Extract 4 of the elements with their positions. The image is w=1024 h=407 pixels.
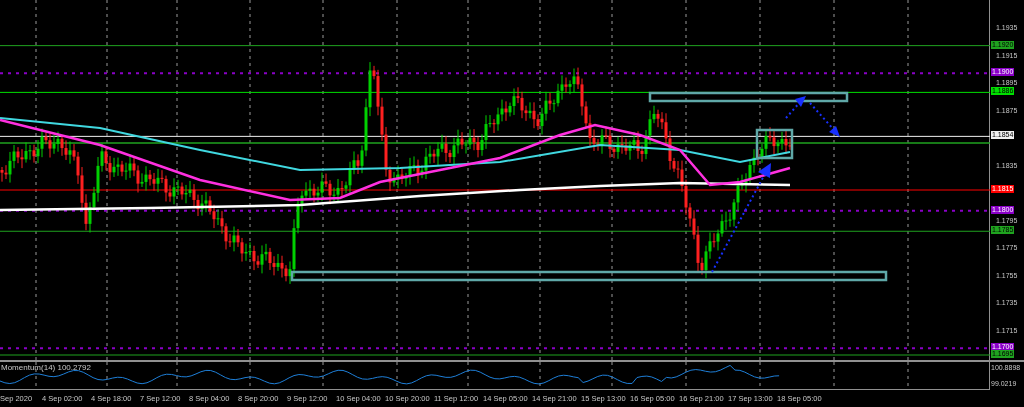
- indicator-label: Momentum(14) 100.2792: [1, 363, 91, 373]
- consolidation-rectangle: [755, 128, 794, 160]
- dotted-arrow: [809, 102, 840, 137]
- dotted-arrow: [785, 96, 806, 119]
